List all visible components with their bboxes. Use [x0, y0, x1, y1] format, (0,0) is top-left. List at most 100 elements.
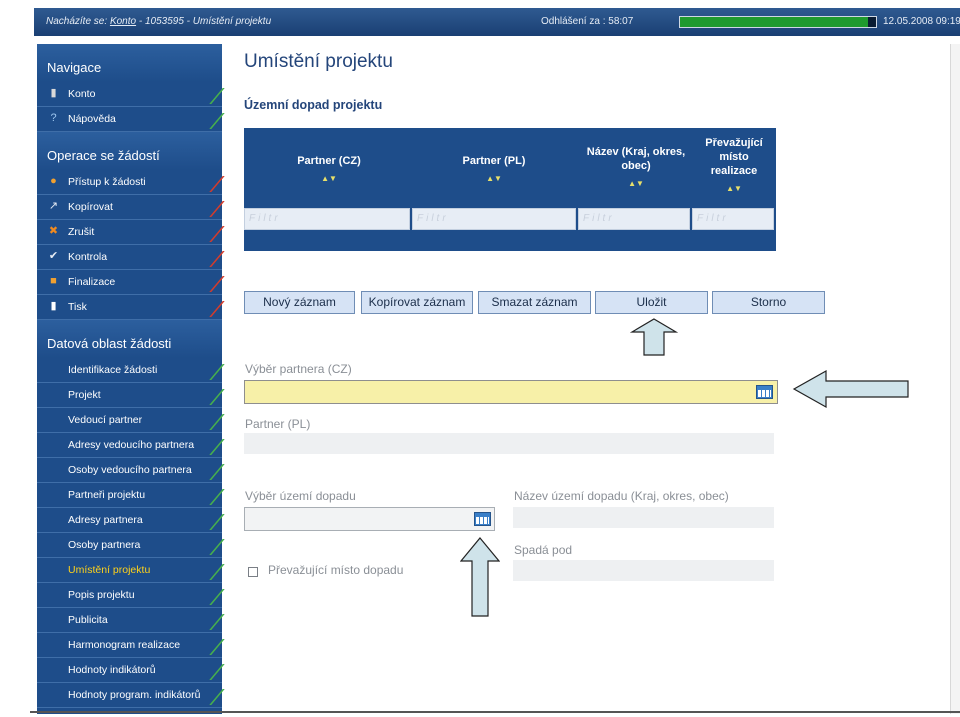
sidebar-item-popis-projektu[interactable]: Popis projektu [37, 583, 225, 608]
sidebar-item-kontrola[interactable]: ✔ Kontrola [37, 245, 225, 270]
sidebar-item-label: Popis projektu [68, 589, 135, 601]
slash-decoration [195, 364, 225, 380]
sidebar-item-napoveda[interactable]: ? Nápověda [37, 107, 225, 132]
column-header-label: Partner (PL) [462, 155, 526, 167]
page-title: Umístění projektu [244, 51, 393, 72]
document-icon: ▮ [50, 300, 57, 312]
sort-icon[interactable]: ▲▼ [264, 172, 394, 186]
session-progress-fill [680, 17, 869, 27]
sort-icon[interactable]: ▲▼ [429, 172, 559, 186]
sidebar-item-adresy-vedouciho[interactable]: Adresy vedoucího partnera [37, 433, 225, 458]
partner-cz-label: Výběr partnera (CZ) [245, 362, 352, 376]
slash-decoration [195, 226, 225, 242]
sidebar-item-zrusit[interactable]: ✖ Zrušit [37, 220, 225, 245]
sidebar-item-identifikace[interactable]: Identifikace žádosti [37, 358, 225, 383]
copy-record-button[interactable]: Kopírovat záznam [361, 291, 473, 314]
uzemi-dopadu-select[interactable] [244, 507, 495, 531]
sidebar-item-label: Harmonogram realizace [68, 639, 181, 651]
column-header-label: Převažující místo realizace [705, 137, 763, 177]
breadcrumb-konto-link[interactable]: Konto [110, 16, 136, 27]
sidebar-item-umisteni-projektu[interactable]: Umístění projektu [37, 558, 225, 583]
slash-decoration [195, 539, 225, 555]
sidebar-item-label: Kopírovat [68, 201, 113, 213]
breadcrumb: Nacházíte se: Konto - 1053595 - Umístění… [46, 16, 271, 27]
column-header-partner-pl[interactable]: Partner (PL) ▲▼ [429, 154, 559, 186]
sidebar-item-adresy-partnera[interactable]: Adresy partnera [37, 508, 225, 533]
sidebar-item-tisk[interactable]: ▮ Tisk [37, 295, 225, 320]
sidebar-item-publicita[interactable]: Publicita [37, 608, 225, 633]
uzemi-dopadu-label: Výběr území dopadu [245, 489, 356, 503]
sidebar-item-label: Nápověda [68, 113, 116, 125]
session-progress-bar [679, 16, 877, 28]
sidebar-item-label: Zrušit [68, 226, 95, 238]
calendar-picker-icon[interactable] [474, 512, 491, 526]
filter-prevazujici[interactable]: Filtr [692, 208, 774, 230]
right-frame-edge [950, 44, 960, 714]
sidebar-item-osoby-vedouciho[interactable]: Osoby vedoucího partnera [37, 458, 225, 483]
filter-nazev[interactable]: Filtr [578, 208, 690, 230]
slash-decoration [195, 614, 225, 630]
partner-pl-label: Partner (PL) [245, 417, 311, 431]
slash-decoration [195, 664, 225, 680]
spada-pod-label: Spadá pod [514, 543, 573, 557]
top-status-bar: Nacházíte se: Konto - 1053595 - Umístění… [34, 8, 960, 36]
sidebar-item-projekt[interactable]: Projekt [37, 383, 225, 408]
new-record-button[interactable]: Nový záznam [244, 291, 355, 314]
sidebar-item-pristup[interactable]: ● Přístup k žádosti [37, 170, 225, 195]
slash-decoration [195, 301, 225, 317]
slash-decoration [195, 589, 225, 605]
sidebar-item-label: Partneři projektu [68, 489, 146, 501]
slash-decoration [195, 639, 225, 655]
slash-decoration [195, 414, 225, 430]
slash-decoration [195, 113, 225, 129]
slash-decoration [195, 389, 225, 405]
nazev-uzemi-label: Název území dopadu (Kraj, okres, obec) [514, 489, 729, 503]
arrow-left-partner-icon [792, 369, 909, 409]
column-header-label: Partner (CZ) [297, 155, 361, 167]
prevazujici-misto-label: Převažující místo dopadu [268, 563, 404, 577]
sidebar-item-harmonogram[interactable]: Harmonogram realizace [37, 633, 225, 658]
calendar-picker-icon[interactable] [756, 385, 773, 399]
sidebar: Navigace ▮ Konto ? Nápověda Operace se ž… [37, 44, 225, 714]
arrow-up-uzemi-icon [460, 537, 500, 617]
slash-decoration [195, 514, 225, 530]
sidebar-item-label: Kontrola [68, 251, 108, 263]
sidebar-item-osoby-partnera[interactable]: Osoby partnera [37, 533, 225, 558]
sidebar-item-hodnoty-indikatoru[interactable]: Hodnoty indikátorů [37, 658, 225, 683]
sidebar-item-label: Tisk [68, 301, 87, 313]
sidebar-heading-operace: Operace se žádostí [37, 132, 222, 170]
sidebar-item-label: Adresy vedoucího partnera [68, 439, 195, 451]
partner-pl-field [244, 433, 774, 454]
column-header-partner-cz[interactable]: Partner (CZ) ▲▼ [264, 154, 394, 186]
sidebar-item-label: Přístup k žádosti [68, 176, 146, 188]
sidebar-item-konto[interactable]: ▮ Konto [37, 82, 225, 107]
prevazujici-misto-checkbox[interactable] [248, 567, 258, 577]
partner-cz-select[interactable] [244, 380, 778, 404]
delete-record-button[interactable]: Smazat záznam [478, 291, 591, 314]
cancel-button[interactable]: Storno [712, 291, 825, 314]
spada-pod-field [513, 560, 774, 581]
bottom-border [30, 711, 960, 713]
column-header-prevazujici[interactable]: Převažující místo realizace ▲▼ [696, 136, 772, 196]
sidebar-item-vedouci-partner[interactable]: Vedoucí partner [37, 408, 225, 433]
nazev-uzemi-field [513, 507, 774, 528]
slash-decoration [195, 564, 225, 580]
save-button[interactable]: Uložit [595, 291, 708, 314]
breadcrumb-current: - 1053595 - Umístění projektu [138, 16, 272, 27]
sidebar-item-finalizace[interactable]: ■ Finalizace [37, 270, 225, 295]
sidebar-item-kopirovat[interactable]: ↗ Kopírovat [37, 195, 225, 220]
sidebar-item-hodnoty-program[interactable]: Hodnoty program. indikátorů [37, 683, 225, 708]
sidebar-item-label: Hodnoty indikátorů [68, 664, 156, 676]
sidebar-item-label: Adresy partnera [68, 514, 143, 526]
sort-icon[interactable]: ▲▼ [580, 177, 692, 191]
sort-icon[interactable]: ▲▼ [696, 182, 772, 196]
filter-partner-cz[interactable]: Filtr [244, 208, 410, 230]
slash-decoration [195, 201, 225, 217]
filter-partner-pl[interactable]: Filtr [412, 208, 576, 230]
logout-timer: Odhlášení za : 58:07 [541, 16, 634, 27]
column-header-nazev[interactable]: Název (Kraj, okres, obec) ▲▼ [580, 145, 692, 191]
sidebar-item-partneri-projektu[interactable]: Partneři projektu [37, 483, 225, 508]
users-icon: ● [50, 175, 57, 187]
lock-icon: ■ [50, 275, 57, 287]
arrow-up-save-icon [630, 318, 678, 356]
